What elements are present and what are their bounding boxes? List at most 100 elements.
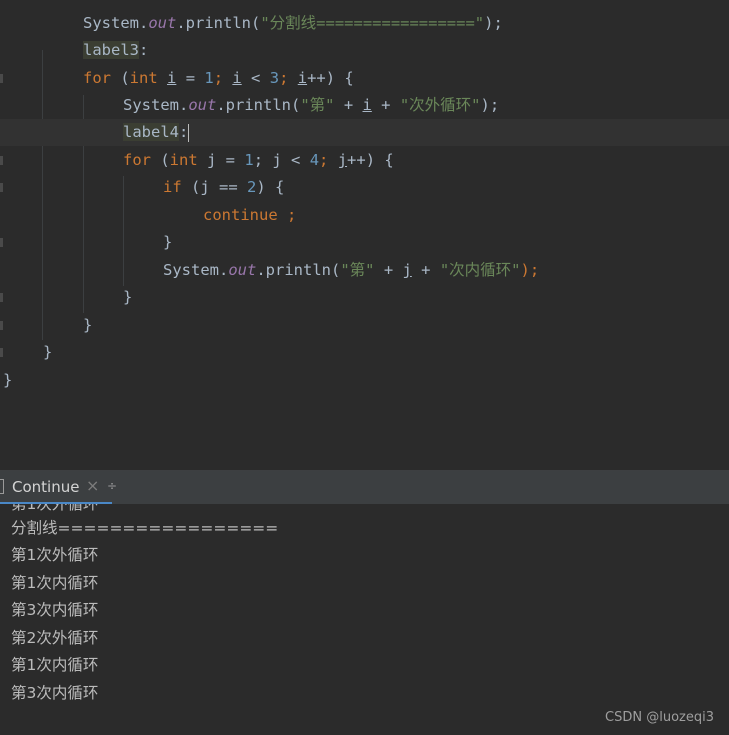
code-token: ; [277,206,297,224]
code-line[interactable]: if (j == 2) { [0,174,729,201]
console-line: 第1次外循环 [11,546,99,564]
code-token: out [228,261,257,279]
code-token: "次内循环" [439,261,521,279]
code-token: (j == [181,178,247,196]
code-token: + [411,261,440,279]
code-token: i [167,69,177,87]
console-line: 第2次外循环 [11,629,99,647]
code-token: 1 [204,69,214,87]
code-line[interactable]: for (int j = 1; j < 4; j++) { [0,147,729,174]
console-output[interactable]: 第1次外循环 分割线================= 第1次外循环 第1次内循… [0,504,729,735]
close-icon[interactable]: × [86,476,99,495]
code-token: System. [163,261,229,279]
code-token: int [129,69,158,87]
code-token: i [232,69,242,87]
code-line[interactable]: } [0,229,729,256]
code-token: : [139,41,149,59]
code-token: + [371,96,400,114]
code-token: i [297,69,308,87]
code-token: } [123,288,133,306]
code-token: 3 [269,69,280,87]
code-token: < [241,69,270,87]
code-token: System. [83,14,149,32]
fold-marker-icon[interactable] [0,183,3,192]
code-token: 1 [244,151,254,169]
label-token: label3 [83,41,139,59]
code-line[interactable]: for (int i = 1; i < 3; i++) { [0,65,729,92]
fold-marker-icon[interactable] [0,74,3,83]
run-tool-window-tabbar: Continue × ÷ [0,471,729,504]
code-token: + [374,261,403,279]
code-line[interactable]: } [0,339,729,366]
code-token: .println( [256,261,341,279]
code-token: i [362,96,372,114]
fold-marker-icon[interactable] [0,321,3,330]
code-token: if [163,178,182,196]
more-tabs-icon[interactable]: ÷ [107,479,117,493]
code-line[interactable]: System.out.println("第" + j + "次内循环"); [0,257,729,284]
code-token: ; [213,69,233,87]
text-caret [188,123,190,142]
code-token: .println( [176,14,261,32]
code-token: for [123,151,151,169]
label-token: label4 [123,123,179,141]
code-token: j [402,261,412,279]
code-token: out [188,96,217,114]
console-line: 第3次内循环 [11,684,99,702]
code-token: int [169,151,198,169]
code-token: } [83,316,93,334]
code-line[interactable]: System.out.println("分割线=================… [0,10,729,37]
code-line-current[interactable]: label4: [0,119,729,146]
run-config-icon [0,479,4,494]
code-token: + [334,96,363,114]
code-token: 2 [247,178,257,196]
code-token: j [337,151,348,169]
code-token: "次外循环" [399,96,481,114]
code-line[interactable]: continue ; [0,202,729,229]
code-line[interactable]: label3: [0,37,729,64]
code-token: 4 [309,151,320,169]
code-token: ; [319,151,338,169]
code-token: } [3,371,13,389]
console-line: 第1次内循环 [11,656,99,674]
code-token: ; j < [253,151,310,169]
code-token: : [179,123,189,141]
code-token: ( [111,69,130,87]
code-line[interactable]: } [0,284,729,311]
code-token: "第" [340,261,375,279]
code-token: ; [279,69,298,87]
run-tab-continue[interactable]: Continue × ÷ [0,471,117,504]
fold-marker-icon[interactable] [0,156,3,165]
console-line: 第1次内循环 [11,574,99,592]
watermark: CSDN @luozeqi3 [605,710,714,725]
code-token: ( [151,151,170,169]
code-token: } [163,233,173,251]
console-line: 第3次内循环 [11,601,99,619]
code-line[interactable]: } [0,312,729,339]
code-token: ); [520,261,540,279]
fold-marker-icon[interactable] [0,348,3,357]
code-token: ++) { [307,69,354,87]
code-token: System. [123,96,189,114]
code-token: "第" [300,96,335,114]
code-token: ); [480,96,500,114]
code-line[interactable]: System.out.println("第" + i + "次外循环"); [0,92,729,119]
code-token: ); [484,14,503,32]
code-token: "分割线=================" [260,14,485,32]
code-token: ) { [256,178,285,196]
code-token: .println( [216,96,301,114]
run-tab-label: Continue [12,478,80,496]
code-token: for [83,69,111,87]
code-line[interactable]: } [0,367,729,394]
code-token: = [176,69,205,87]
code-token: out [148,14,177,32]
code-token: ++) { [347,151,394,169]
code-editor[interactable]: System.out.println("分割线=================… [0,0,729,470]
fold-marker-icon[interactable] [0,293,3,302]
code-token: continue [203,206,278,224]
code-token: } [43,343,53,361]
console-line: 分割线================= [11,519,279,537]
fold-marker-icon[interactable] [0,238,3,247]
code-token: j = [197,151,245,169]
